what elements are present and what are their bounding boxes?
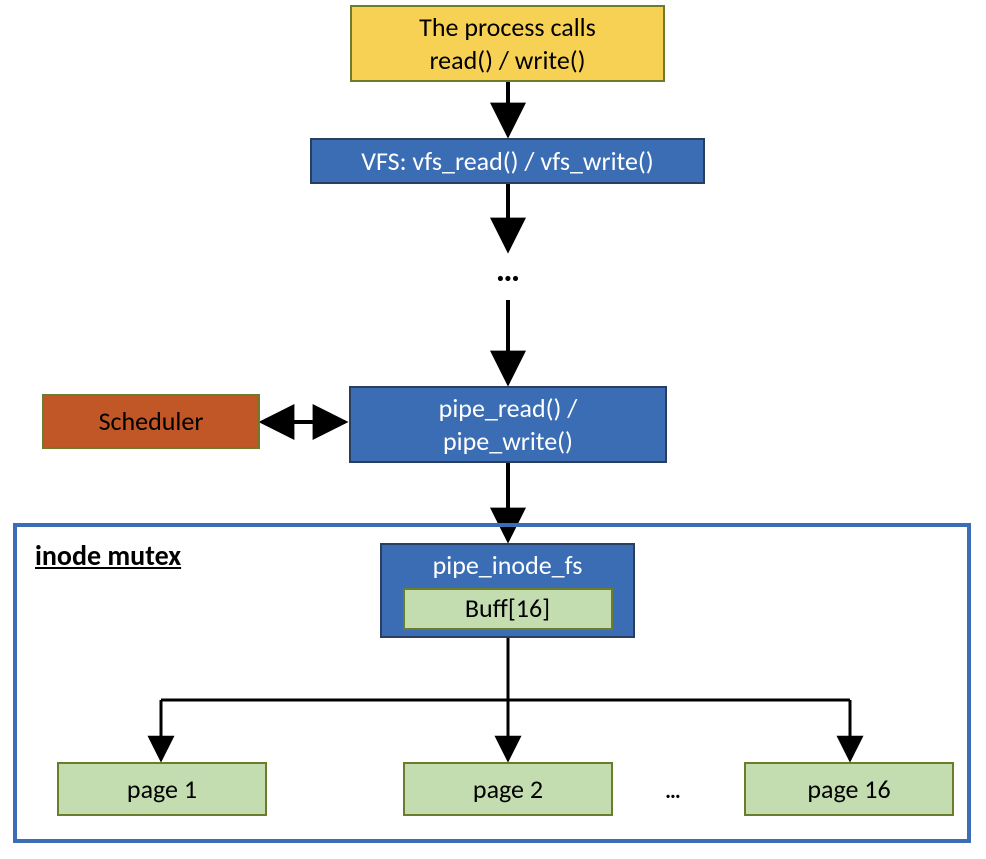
pipe-inode-label: pipe_inode_fs <box>433 549 583 582</box>
page-16-label: page 16 <box>807 773 890 806</box>
page-2-label: page 2 <box>473 773 543 806</box>
pipe-rw-box: pipe_read() / pipe_write() <box>349 386 667 463</box>
buff-label: Buff[16] <box>465 592 550 625</box>
vfs-label: VFS: vfs_read() / vfs_write() <box>361 145 653 178</box>
page-2-box: page 2 <box>403 762 613 816</box>
scheduler-box: Scheduler <box>42 394 260 449</box>
page-16-box: page 16 <box>744 762 954 816</box>
ellipsis-middle: … <box>478 250 538 291</box>
page-1-box: page 1 <box>57 762 267 816</box>
scheduler-label: Scheduler <box>99 405 204 438</box>
pipe-rw-line2: pipe_write() <box>439 425 578 458</box>
vfs-box: VFS: vfs_read() / vfs_write() <box>310 138 705 184</box>
pipe-inode-box: pipe_inode_fs Buff[16] <box>380 543 635 638</box>
process-line1: The process calls <box>419 11 596 44</box>
page-1-label: page 1 <box>127 773 197 806</box>
process-box: The process calls read() / write() <box>350 5 665 82</box>
inode-mutex-label: inode mutex <box>35 538 181 573</box>
buff-box: Buff[16] <box>403 588 613 630</box>
diagram-canvas: The process calls read() / write() VFS: … <box>0 0 986 859</box>
process-line2: read() / write() <box>419 44 596 77</box>
pages-ellipsis: … <box>653 777 693 804</box>
pipe-rw-line1: pipe_read() / <box>439 392 578 425</box>
